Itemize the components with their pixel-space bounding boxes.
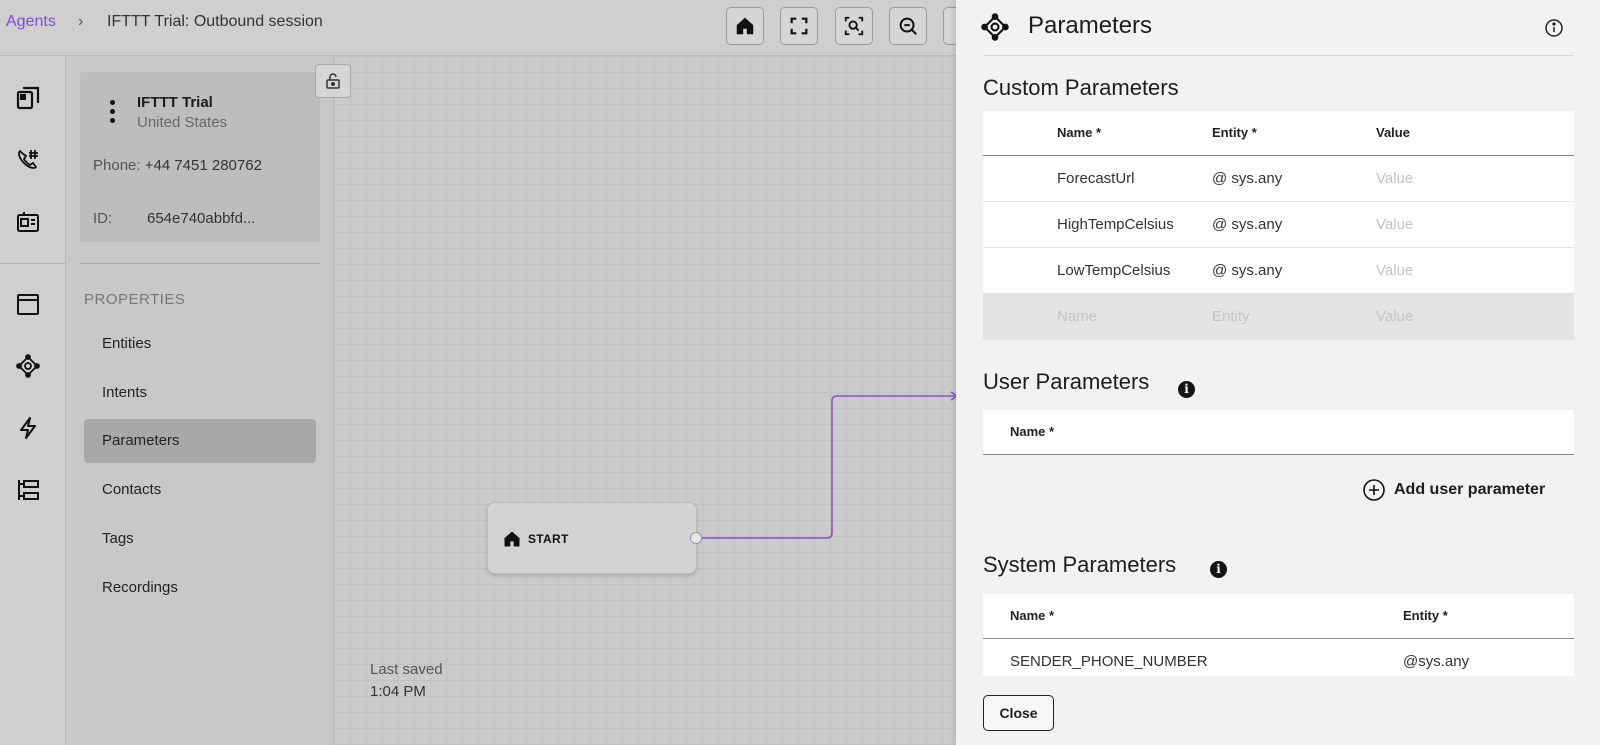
column-header-value: Value: [1376, 125, 1410, 140]
param-value-input[interactable]: Value: [1376, 216, 1413, 233]
start-node-label: START: [528, 532, 569, 546]
start-node[interactable]: START: [487, 502, 697, 574]
id-card-icon: [17, 212, 39, 232]
custom-parameters-title: Custom Parameters: [983, 75, 1179, 100]
agent-name: IFTTT Trial: [137, 94, 213, 111]
parameters-icon: [16, 354, 40, 378]
breadcrumb-agents-link[interactable]: Agents: [6, 13, 56, 31]
last-saved-time: 1:04 PM: [370, 683, 426, 700]
agent-phone: +44 7451 280762: [144, 157, 262, 174]
window-icon: [17, 294, 39, 315]
column-header-entity: Entity *: [1212, 125, 1257, 140]
parameters-icon: [981, 13, 1009, 41]
agent-menu-icon[interactable]: [110, 100, 116, 126]
system-param-name: SENDER_PHONE_NUMBER: [1010, 653, 1208, 670]
table-row[interactable]: LowTempCelsius @ sys.any Value: [983, 248, 1574, 294]
new-parameter-row[interactable]: Name Entity Value: [983, 294, 1574, 340]
param-name[interactable]: HighTempCelsius: [1057, 216, 1174, 233]
system-parameters-table: Name * Entity * SENDER_PHONE_NUMBER @sys…: [983, 594, 1574, 676]
hierarchy-icon: [18, 480, 39, 500]
param-name[interactable]: LowTempCelsius: [1057, 262, 1170, 279]
new-param-value-input[interactable]: Value: [1376, 308, 1413, 325]
user-parameters-title: User Parameters: [983, 369, 1150, 394]
system-parameters-title: System Parameters: [983, 552, 1177, 577]
lightning-icon: [20, 417, 36, 439]
table-header: Name * Entity *: [983, 594, 1574, 639]
custom-parameters-table: Name * Entity * Value ForecastUrl @ sys.…: [983, 111, 1574, 340]
panel-divider: [80, 263, 320, 264]
plus-circle-icon: [1363, 479, 1385, 501]
param-value-input[interactable]: Value: [1376, 170, 1413, 187]
flow-canvas[interactable]: [334, 56, 956, 745]
property-contacts[interactable]: Contacts: [84, 468, 316, 512]
parameters-panel: Parameters Custom Parameters Name * Enti…: [956, 0, 1600, 745]
param-entity[interactable]: @ sys.any: [1212, 262, 1282, 279]
header-divider: [983, 55, 1574, 56]
user-parameters-info-icon[interactable]: i: [1178, 381, 1195, 398]
fullscreen-button[interactable]: [780, 7, 818, 45]
hierarchy-nav-button[interactable]: [14, 476, 42, 504]
start-node-output-port[interactable]: [690, 532, 702, 544]
column-header-entity: Entity *: [1403, 608, 1448, 623]
param-entity[interactable]: @ sys.any: [1212, 170, 1282, 187]
phone-hash-icon: [18, 149, 38, 169]
system-parameters-info-icon[interactable]: i: [1210, 561, 1227, 578]
flows-nav-button[interactable]: [14, 84, 42, 112]
agent-properties-panel: IFTTT Trial United States Phone: +44 745…: [66, 56, 334, 745]
property-tags[interactable]: Tags: [84, 517, 316, 561]
icon-rail: [0, 56, 66, 745]
fullscreen-icon: [790, 17, 808, 35]
agent-country: United States: [137, 114, 228, 131]
flows-icon: [16, 86, 40, 110]
table-row[interactable]: HighTempCelsius @ sys.any Value: [983, 202, 1574, 248]
property-intents[interactable]: Intents: [84, 371, 316, 415]
param-name[interactable]: ForecastUrl: [1057, 170, 1135, 187]
param-entity[interactable]: @ sys.any: [1212, 216, 1282, 233]
zoom-fit-button[interactable]: [835, 7, 873, 45]
table-row[interactable]: ForecastUrl @ sys.any Value: [983, 156, 1574, 202]
home-button[interactable]: [726, 7, 764, 45]
breadcrumb-separator: ›: [78, 13, 84, 30]
contacts-card-nav-button[interactable]: [14, 208, 42, 236]
table-row: SENDER_PHONE_NUMBER @sys.any: [983, 639, 1574, 676]
home-icon: [736, 17, 754, 35]
column-header-name: Name *: [1057, 125, 1102, 140]
properties-heading: PROPERTIES: [84, 291, 186, 308]
table-header: Name *: [983, 410, 1574, 455]
agent-card: IFTTT Trial United States Phone: +44 745…: [80, 72, 320, 242]
property-entities[interactable]: Entities: [84, 322, 316, 366]
window-nav-button[interactable]: [14, 290, 42, 318]
lock-icon: [326, 73, 340, 89]
zoom-out-icon: [899, 17, 917, 35]
home-icon: [504, 531, 520, 547]
close-button[interactable]: Close: [983, 695, 1054, 731]
phone-numbers-nav-button[interactable]: [14, 146, 42, 174]
actions-nav-button[interactable]: [14, 414, 42, 442]
param-value-input[interactable]: Value: [1376, 262, 1413, 279]
info-icon[interactable]: [1544, 18, 1564, 38]
zoom-out-button[interactable]: [889, 7, 927, 45]
property-parameters[interactable]: Parameters: [84, 419, 316, 463]
column-header-name: Name *: [1010, 424, 1055, 439]
breadcrumb-current: IFTTT Trial: Outbound session: [107, 13, 323, 30]
lock-button[interactable]: [315, 64, 351, 98]
agent-id: 654e740abbfd...: [147, 210, 256, 227]
column-header-name: Name *: [1010, 608, 1055, 623]
zoom-fit-icon: [844, 16, 864, 36]
system-param-entity: @sys.any: [1403, 653, 1470, 670]
new-param-name-input[interactable]: Name: [1057, 308, 1097, 325]
add-user-parameter-button[interactable]: Add user parameter: [1362, 477, 1545, 503]
agent-phone-row: Phone: +44 7451 280762: [93, 157, 262, 174]
table-header: Name * Entity * Value: [983, 111, 1574, 156]
new-param-entity-input[interactable]: Entity: [1212, 308, 1250, 325]
add-user-parameter-label: Add user parameter: [1394, 481, 1546, 498]
last-saved-label: Last saved: [370, 661, 443, 678]
agent-id-label: ID:: [93, 210, 113, 227]
user-parameters-table: Name *: [983, 410, 1574, 455]
parameters-panel-title: Parameters: [1028, 12, 1153, 39]
agent-phone-label: Phone:: [93, 157, 141, 174]
parameters-nav-button[interactable]: [14, 352, 42, 380]
property-recordings[interactable]: Recordings: [84, 566, 316, 610]
rail-divider: [0, 263, 66, 264]
